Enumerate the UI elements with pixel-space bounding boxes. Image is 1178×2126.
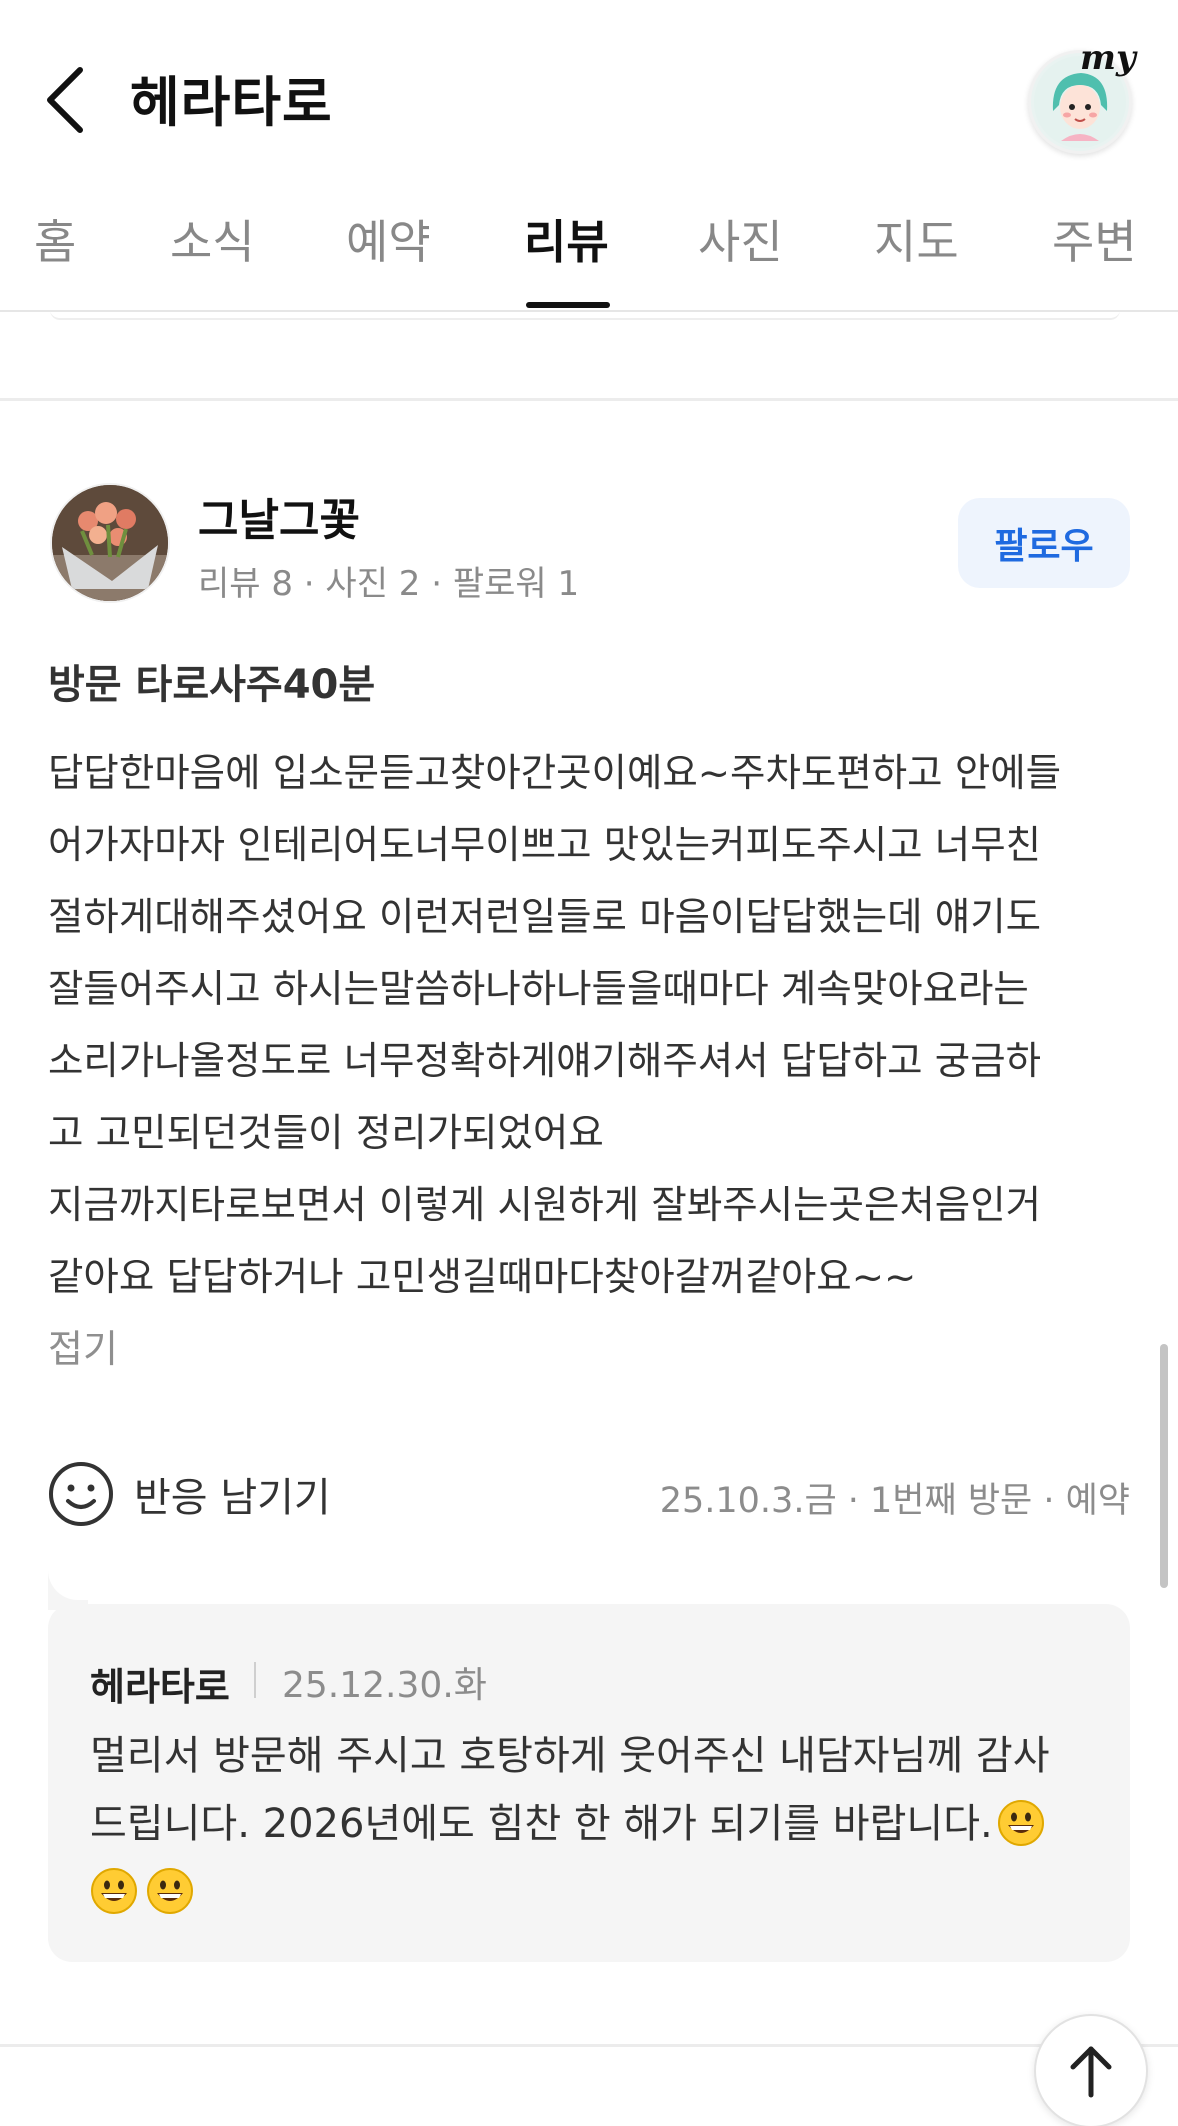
smile-icon [49,1462,113,1526]
tab-reviews[interactable]: 리뷰 [524,206,609,272]
reviewer-stats: 리뷰 8 · 사진 2 · 팔로워 1 [198,564,580,604]
reply-line-text: 드립니다. 2026년에도 힘찬 한 해가 되기를 바랍니다. [90,1801,993,1847]
reply-line: 멀리서 방문해 주시고 호탕하게 웃어주신 내담자님께 감사 [90,1722,1100,1790]
reaction-label: 반응 남기기 [134,1475,331,1521]
visit-title: 방문 타로사주40분 [48,662,376,708]
reply-line: 드립니다. 2026년에도 힘찬 한 해가 되기를 바랍니다. [90,1790,1100,1858]
reply-line [90,1858,1100,1926]
reviewer-avatar[interactable] [52,485,168,601]
reply-author: 헤라타로 [90,1665,230,1709]
flower-photo-icon [52,485,168,601]
reply-notch-mask [48,1540,128,1600]
leave-reaction-button[interactable]: 반응 남기기 [48,1458,331,1530]
reply-date: 25.12.30.화 [282,1665,487,1706]
back-button[interactable] [40,60,100,140]
fold-button[interactable]: 접기 [48,1318,118,1373]
active-tab-indicator [526,302,610,308]
top-header: 헤라타로 my 홈 소식 예약 리뷰 사진 지도 주변 [0,0,1178,312]
grinning-emoji-icon [91,1868,137,1914]
tab-booking[interactable]: 예약 [346,206,431,272]
review-line: 어가자마자 인테리어도너무이쁘고 맛있는커피도주시고 너무친 [48,823,1042,868]
tab-home[interactable]: 홈 [34,206,76,272]
tab-bar: 홈 소식 예약 리뷰 사진 지도 주변 [0,200,1178,310]
review-line: 지금까지타로보면서 이렇게 시원하게 잘봐주시는곳은처음인거 [48,1183,1042,1228]
review-line: 같아요 답답하거나 고민생길때마다찾아갈꺼같아요~~ [48,1255,917,1300]
section-divider [0,2044,1178,2047]
scroll-to-top-button[interactable] [1034,2014,1148,2126]
tab-news[interactable]: 소식 [170,206,255,272]
review-text: 답답한마음에 입소문듣고찾아간곳이예요~주차도편하고 안에들 어가자마자 인테리… [48,738,1138,1314]
tab-map[interactable]: 지도 [874,206,959,272]
back-arrow-icon [47,67,83,133]
arrow-up-icon [1070,2046,1112,2098]
reviewer-name[interactable]: 그날그꽃 [198,484,360,548]
previous-card-edge [50,310,1120,320]
page-title: 헤라타로 [130,71,333,134]
follow-button[interactable]: 팔로우 [958,498,1130,588]
reply-separator [254,1662,256,1698]
tab-nearby[interactable]: 주변 [1052,206,1137,272]
owner-reply: 헤라타로 25.12.30.화 멀리서 방문해 주시고 호탕하게 웃어주신 내담… [48,1604,1130,1962]
scrollbar[interactable] [1160,1344,1168,1588]
my-label: my [1080,38,1136,78]
tab-photos[interactable]: 사진 [698,206,783,272]
review-line: 절하게대해주셨어요 이런저런일들로 마음이답답했는데 얘기도 [48,895,1042,940]
section-divider [0,398,1178,401]
reply-line-text: 멀리서 방문해 주시고 호탕하게 웃어주신 내담자님께 감사 [90,1733,1050,1779]
grinning-emoji-icon [147,1868,193,1914]
review-line: 답답한마음에 입소문듣고찾아간곳이예요~주차도편하고 안에들 [48,751,1062,796]
review-line: 고 고민되던것들이 정리가되었어요 [48,1111,604,1156]
place-review-page: 헤라타로 my 홈 소식 예약 리뷰 사진 지도 주변 그날그꽃 리뷰 8 · … [0,0,1178,2126]
review-line: 잘들어주시고 하시는말씀하나하나들을때마다 계속맞아요라는 [48,967,1029,1012]
reply-text: 멀리서 방문해 주시고 호탕하게 웃어주신 내담자님께 감사 드립니다. 202… [90,1722,1100,1926]
grinning-emoji-icon [997,1800,1044,1846]
review-line: 소리가나올정도로 너무정확하게얘기해주셔서 답답하고 궁금하 [48,1039,1042,1084]
visit-meta: 25.10.3.금 · 1번째 방문 · 예약 [659,1481,1130,1521]
